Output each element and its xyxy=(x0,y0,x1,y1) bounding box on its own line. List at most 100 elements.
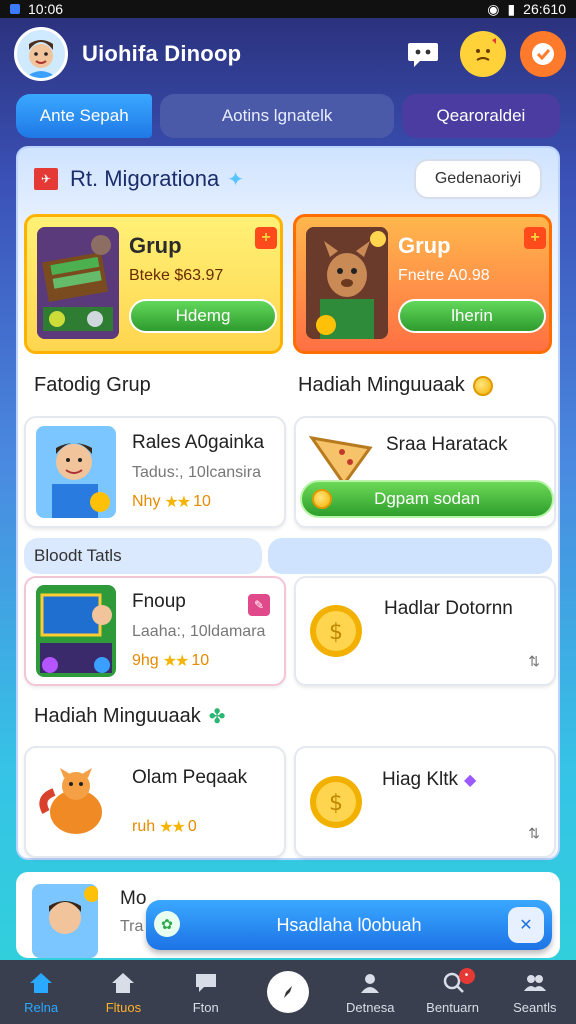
nav-seantls[interactable]: Seantls xyxy=(495,970,575,1015)
panel-title: Rt. Migorationa xyxy=(70,166,220,191)
reward-card[interactable]: Sraa Haratack Dgpam sodan xyxy=(294,416,556,528)
main-panel: ✈ Rt. Migorationa ✦ Gedenaoriyi Grup Bte… xyxy=(16,146,560,860)
status-time: 10:06 xyxy=(28,1,64,17)
bottom-nav: Relna Fltuos Fton Detnesa • Bentuarn Sea… xyxy=(0,960,576,1024)
nav-fltuos[interactable]: Fltuos xyxy=(83,970,163,1015)
gem-icon: ◆ xyxy=(464,772,477,789)
sparkle-icon: ✦ xyxy=(227,168,244,191)
nav-label: Seantls xyxy=(513,999,557,1015)
svg-text:$: $ xyxy=(329,620,343,645)
house-icon xyxy=(110,970,136,996)
star-icon: ★★ xyxy=(162,653,190,670)
nav-bentuarn[interactable]: • Bentuarn xyxy=(413,967,493,1015)
expand-icon[interactable]: ⇅ xyxy=(528,825,540,842)
coin-icon: $ xyxy=(306,772,366,832)
plus-icon[interactable]: + xyxy=(524,227,546,249)
nav-home[interactable]: Relna xyxy=(1,970,81,1015)
panel-action-button[interactable]: Gedenaoriyi xyxy=(414,159,542,199)
nav-label: Bentuarn xyxy=(426,999,479,1015)
flag-icon: ✈ xyxy=(34,168,58,190)
close-icon[interactable]: ✕ xyxy=(508,907,544,943)
promo-button[interactable]: Hdemg xyxy=(129,299,277,333)
cat-thumbnail xyxy=(36,756,116,848)
promo-row: Grup Bteke $63.97 Hdemg + Grup Fnetre A0… xyxy=(24,214,552,358)
expand-icon[interactable]: ⇅ xyxy=(528,653,540,670)
chat-icon xyxy=(193,970,219,996)
notification-icon[interactable] xyxy=(520,31,566,77)
pizza-slice-icon xyxy=(306,428,376,488)
card-subtitle: Tadus:, 10lcansira xyxy=(132,464,261,481)
promo-card[interactable]: Grup Bteke $63.97 Hdemg + xyxy=(24,214,283,354)
game-card[interactable]: Fnoup Laaha:, 10ldamara 9hg ★★ 10 ✎ xyxy=(24,576,286,686)
home-icon xyxy=(28,970,54,996)
nav-fton[interactable]: Fton xyxy=(166,970,246,1015)
card-title: Sraa Haratack xyxy=(386,434,508,455)
chat-bubble-icon[interactable] xyxy=(400,31,446,77)
clover-icon: ✤ xyxy=(208,706,226,728)
nav-label: Detnesa xyxy=(346,999,395,1015)
filter-bar-right[interactable] xyxy=(268,538,552,574)
rating-prefix: Nhy xyxy=(132,493,161,510)
wifi-icon: ◉ xyxy=(487,0,500,17)
rating-value: 0 xyxy=(187,818,197,835)
nav-label: Relna xyxy=(24,999,59,1015)
card-info: Rales A0gainka Tadus:, 10lcansira Nhy ★★… xyxy=(132,432,274,512)
notification-badge: • xyxy=(458,967,475,984)
tab-qearoraldei[interactable]: Qearoraldei xyxy=(401,94,560,138)
card-rating: 9hg ★★ 10 xyxy=(132,651,274,671)
card-info: Olam Peqaak ruh ★★ 0 xyxy=(132,767,274,837)
nav-label: Fltuos xyxy=(105,999,142,1015)
nav-detnesa[interactable]: Detnesa xyxy=(330,970,410,1015)
rating-value: 10 xyxy=(191,652,210,669)
player-thumbnail xyxy=(36,426,116,518)
reward-card[interactable]: $ Hiag Kltk ◆ ⇅ xyxy=(294,746,556,858)
reward-card[interactable]: $ Hadlar Dotornn ⇅ xyxy=(294,576,556,686)
game-card[interactable]: Rales A0gainka Tadus:, 10lcansira Nhy ★★… xyxy=(24,416,286,528)
edit-icon[interactable]: ✎ xyxy=(248,594,270,616)
people-icon xyxy=(522,970,548,996)
app-header: Uiohifa Dinoop xyxy=(14,24,566,84)
rating-value: 10 xyxy=(193,493,211,510)
header-actions xyxy=(400,31,566,77)
card-rating: ruh ★★ 0 xyxy=(132,817,274,837)
app-title: Uiohifa Dinoop xyxy=(82,41,242,66)
nav-compass[interactable] xyxy=(248,971,328,1013)
promo-price: Bteke $63.97 xyxy=(129,267,224,284)
section-heading: Fatodig Grup xyxy=(34,374,151,397)
claim-button-label: Dgpam sodan xyxy=(374,489,480,508)
card-title: Rales A0gainka xyxy=(132,432,265,453)
star-icon: ★★ xyxy=(159,819,186,836)
game-card[interactable]: Olam Peqaak ruh ★★ 0 xyxy=(24,746,286,858)
card-title: Hiag Kltk xyxy=(382,769,459,790)
avatar[interactable] xyxy=(14,27,68,81)
section-heading-text: Hadiah Minguuaak xyxy=(298,374,465,396)
tab-ante-sepah[interactable]: Ante Sepah xyxy=(16,94,153,138)
emoji-face-icon[interactable] xyxy=(460,31,506,77)
status-clock: 26:610 xyxy=(523,1,566,17)
card-rating: Nhy ★★ 10 xyxy=(132,492,274,512)
coin-icon xyxy=(472,375,493,396)
rating-prefix: 9hg xyxy=(132,652,159,669)
section-heading-text: Hadiah Minguuaak xyxy=(34,705,201,727)
section-heading: Hadiah Minguuaak xyxy=(298,374,493,397)
floating-action-bar[interactable]: ✿ Hsadlaha l0obuah ✕ xyxy=(146,900,552,950)
plus-icon[interactable]: + xyxy=(255,227,277,249)
tab-aotins[interactable]: Aotins lgnatelk xyxy=(160,94,394,138)
rating-prefix: ruh xyxy=(132,818,156,835)
panel-header: ✈ Rt. Migorationa ✦ Gedenaoriyi xyxy=(18,148,558,210)
promo-button[interactable]: lherin xyxy=(398,299,546,333)
card-title: Mo xyxy=(120,888,147,909)
card-title-row: Hiag Kltk ◆ xyxy=(382,769,476,791)
filter-bar[interactable]: Bloodt Tatls xyxy=(24,538,262,574)
promo-card[interactable]: Grup Fnetre A0.98 lherin + xyxy=(293,214,552,354)
user-icon xyxy=(357,970,383,996)
money-chest-image xyxy=(37,227,119,339)
section-heading: Hadiah Minguuaak ✤ xyxy=(34,704,226,729)
avatar-face-icon xyxy=(17,30,65,78)
app-indicator-icon xyxy=(10,4,20,14)
coin-icon xyxy=(312,489,332,509)
tab-bar: Ante Sepah Aotins lgnatelk Qearoraldei xyxy=(16,94,560,138)
claim-button[interactable]: Dgpam sodan xyxy=(300,480,554,518)
card-subtitle: Tra xyxy=(120,918,144,935)
kangaroo-image xyxy=(306,227,388,339)
